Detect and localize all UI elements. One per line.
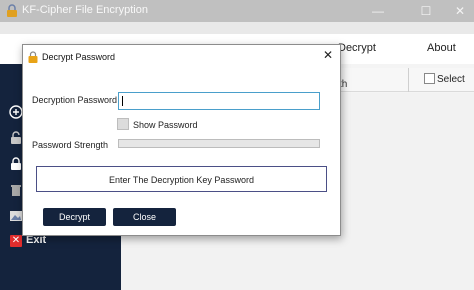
column-divider [408,68,409,92]
exit-icon: ✕ [10,235,22,247]
decrypt-button[interactable]: Decrypt [43,208,106,226]
lock-icon[interactable] [9,131,23,145]
dialog-lock-icon [28,51,38,63]
close-window-button[interactable]: ✕ [452,3,468,19]
minimize-button[interactable]: — [370,3,386,19]
password-strength-bar [118,139,320,148]
app-window: KF-Cipher File Encryption — ☐ ✕ Decrypt … [0,0,474,290]
select-all-checkbox[interactable] [424,73,435,84]
show-password-checkbox[interactable] [117,118,129,130]
trash-icon[interactable] [9,183,23,197]
add-icon[interactable] [9,105,23,119]
title-bar: KF-Cipher File Encryption — ☐ ✕ [0,0,474,22]
image-icon[interactable] [9,209,23,223]
decrypt-password-dialog: Decrypt Password ✕ Decryption Password S… [22,44,341,236]
strength-label: Password Strength [32,140,109,150]
text-caret [122,96,123,106]
select-all-label: Select [437,74,465,85]
password-input[interactable] [118,92,320,110]
close-button[interactable]: Close [113,208,176,226]
app-lock-icon [7,4,17,17]
menu-decrypt[interactable]: Decrypt [338,42,376,54]
hint-box: Enter The Decryption Key Password [36,166,327,192]
dialog-close-icon[interactable]: ✕ [323,49,333,61]
show-password-label: Show Password [133,120,198,130]
dialog-title: Decrypt Password [42,52,116,62]
menu-about[interactable]: About [427,42,456,54]
unlock-icon[interactable] [9,157,23,171]
maximize-button[interactable]: ☐ [418,3,434,19]
password-label: Decryption Password [32,95,118,105]
window-title: KF-Cipher File Encryption [22,4,148,16]
hint-text: Enter The Decryption Key Password [109,175,254,185]
